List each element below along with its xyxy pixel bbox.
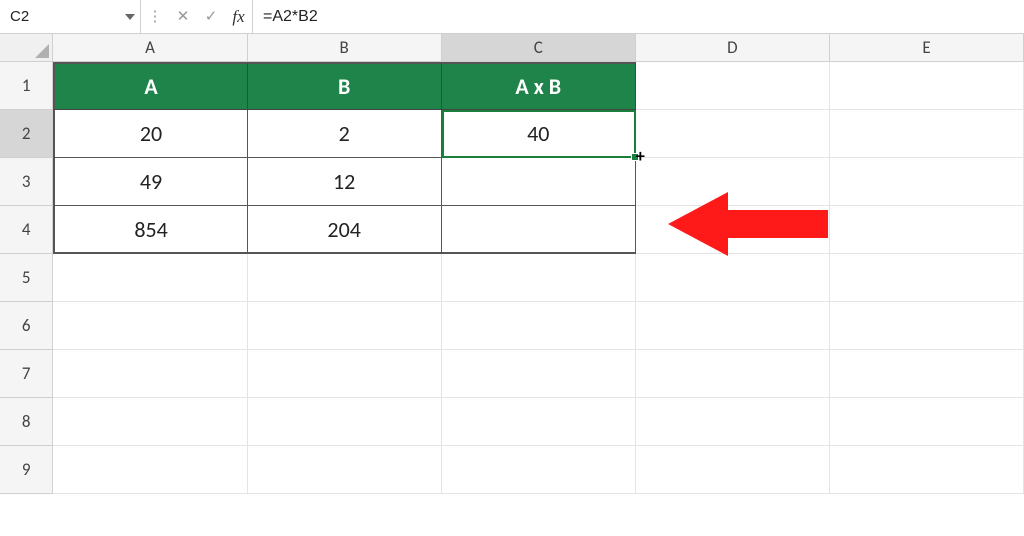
formula-bar: ⋮ ✕ ✓ fx — [0, 0, 1024, 34]
cell-d9[interactable] — [636, 446, 830, 494]
cell-d8[interactable] — [636, 398, 830, 446]
row-7: 7 — [0, 350, 1024, 398]
cell-a6[interactable] — [53, 302, 247, 350]
name-box-dropdown[interactable] — [120, 14, 140, 20]
cell-a9[interactable] — [53, 446, 247, 494]
cell-e2[interactable] — [830, 110, 1024, 158]
row-header-4[interactable]: 4 — [0, 206, 53, 254]
cell-a1[interactable]: A — [53, 62, 247, 110]
insert-function-button[interactable]: fx — [225, 0, 253, 33]
select-all-corner[interactable] — [0, 34, 53, 62]
row-5: 5 — [0, 254, 1024, 302]
cell-d6[interactable] — [636, 302, 830, 350]
cell-b4[interactable]: 204 — [248, 206, 442, 254]
cell-a2[interactable]: 20 — [53, 110, 247, 158]
cell-b5[interactable] — [248, 254, 442, 302]
formula-input[interactable] — [253, 0, 1024, 33]
cell-a4[interactable]: 854 — [53, 206, 247, 254]
check-icon: ✓ — [205, 7, 218, 26]
x-icon: ✕ — [177, 7, 190, 26]
row-header-2[interactable]: 2 — [0, 110, 53, 158]
cell-b8[interactable] — [248, 398, 442, 446]
row-header-6[interactable]: 6 — [0, 302, 53, 350]
cell-c2-value: 40 — [527, 120, 549, 147]
column-header-b[interactable]: B — [248, 34, 442, 62]
cell-c1[interactable]: A x B — [442, 62, 636, 110]
row-header-1[interactable]: 1 — [0, 62, 53, 110]
row-9: 9 — [0, 446, 1024, 494]
cell-d4[interactable] — [636, 206, 830, 254]
cell-c4[interactable] — [442, 206, 636, 254]
cell-d2[interactable] — [636, 110, 830, 158]
row-6: 6 — [0, 302, 1024, 350]
row-8: 8 — [0, 398, 1024, 446]
cell-a5[interactable] — [53, 254, 247, 302]
cell-b2[interactable]: 2 — [248, 110, 442, 158]
row-header-7[interactable]: 7 — [0, 350, 53, 398]
cell-e7[interactable] — [830, 350, 1024, 398]
enter-formula-button[interactable]: ✓ — [197, 0, 225, 33]
cell-e3[interactable] — [830, 158, 1024, 206]
cell-e1[interactable] — [830, 62, 1024, 110]
column-header-a[interactable]: A — [53, 34, 247, 62]
column-header-c[interactable]: C — [442, 34, 636, 62]
cell-c8[interactable] — [442, 398, 636, 446]
cell-a8[interactable] — [53, 398, 247, 446]
column-headers: A B C D E — [0, 34, 1024, 62]
cell-c5[interactable] — [442, 254, 636, 302]
cell-d1[interactable] — [636, 62, 830, 110]
cell-d5[interactable] — [636, 254, 830, 302]
worksheet-grid: A B C D E 1 A B A x B 2 20 2 40 + 3 49 1… — [0, 34, 1024, 494]
name-box-wrap — [0, 0, 141, 33]
cell-a7[interactable] — [53, 350, 247, 398]
cell-b6[interactable] — [248, 302, 442, 350]
cell-c6[interactable] — [442, 302, 636, 350]
row-header-8[interactable]: 8 — [0, 398, 53, 446]
cell-b3[interactable]: 12 — [248, 158, 442, 206]
chevron-down-icon — [125, 14, 135, 20]
cell-c3[interactable] — [442, 158, 636, 206]
cell-e4[interactable] — [830, 206, 1024, 254]
row-header-5[interactable]: 5 — [0, 254, 53, 302]
row-3: 3 49 12 — [0, 158, 1024, 206]
cell-a3[interactable]: 49 — [53, 158, 247, 206]
cell-b1[interactable]: B — [248, 62, 442, 110]
cell-c7[interactable] — [442, 350, 636, 398]
row-header-9[interactable]: 9 — [0, 446, 53, 494]
row-1: 1 A B A x B — [0, 62, 1024, 110]
cell-e9[interactable] — [830, 446, 1024, 494]
cell-c9[interactable] — [442, 446, 636, 494]
cell-d3[interactable] — [636, 158, 830, 206]
cell-e5[interactable] — [830, 254, 1024, 302]
cell-b9[interactable] — [248, 446, 442, 494]
name-box[interactable] — [0, 0, 120, 33]
column-header-d[interactable]: D — [636, 34, 830, 62]
cancel-formula-button[interactable]: ✕ — [169, 0, 197, 33]
row-4: 4 854 204 — [0, 206, 1024, 254]
cell-b7[interactable] — [248, 350, 442, 398]
cell-d7[interactable] — [636, 350, 830, 398]
cell-e8[interactable] — [830, 398, 1024, 446]
formula-menu-button[interactable]: ⋮ — [141, 0, 169, 33]
cell-c2[interactable]: 40 + — [442, 110, 636, 158]
fill-handle[interactable] — [631, 153, 639, 161]
column-header-e[interactable]: E — [830, 34, 1024, 62]
row-header-3[interactable]: 3 — [0, 158, 53, 206]
cell-e6[interactable] — [830, 302, 1024, 350]
row-2: 2 20 2 40 + — [0, 110, 1024, 158]
